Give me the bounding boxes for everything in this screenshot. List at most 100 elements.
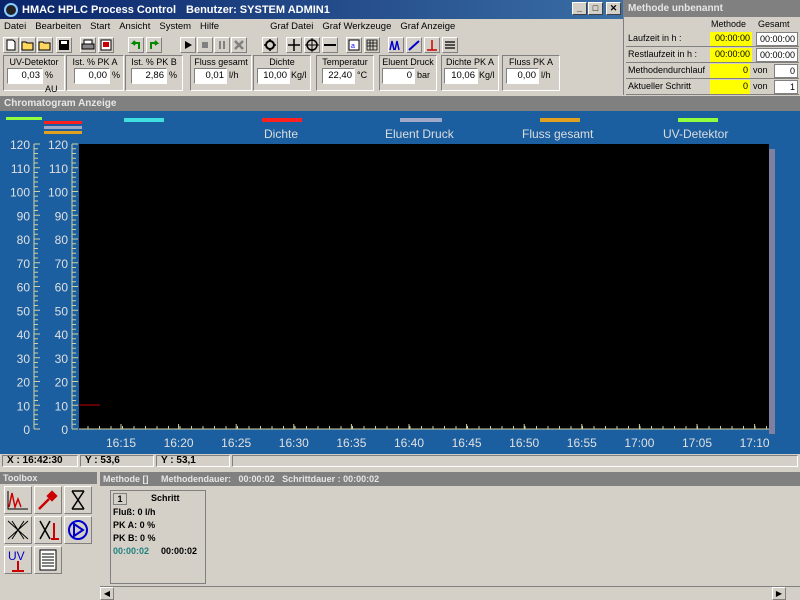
peak-marker-icon[interactable]	[424, 37, 440, 53]
menu-ansicht[interactable]: Ansicht	[119, 19, 150, 35]
schritt-label: Aktueller Schritt	[628, 81, 692, 91]
new-file-icon[interactable]	[3, 37, 19, 53]
cancel-icon[interactable]	[231, 37, 247, 53]
grid-icon[interactable]	[364, 37, 380, 53]
method-panel: Methode unbenannt Methode Gesamt Laufzei…	[623, 0, 800, 95]
pause-icon[interactable]	[214, 37, 230, 53]
field-dichte: Dichte 10,00 Kg/l	[253, 55, 311, 91]
field-fluss-gesamt: Fluss gesamt 0,01 l/h	[190, 55, 252, 91]
field-value: 10,06	[444, 68, 478, 84]
methodendauer-label: Methodendauer:	[161, 474, 232, 484]
open-file-icon[interactable]	[37, 37, 53, 53]
schritt-von: von	[753, 81, 768, 91]
close-icon[interactable]: ✕	[606, 2, 621, 15]
x-tick-label: 16:15	[106, 436, 136, 450]
redo-icon[interactable]	[146, 37, 162, 53]
menu-graf-datei[interactable]: Graf Datei	[270, 19, 313, 35]
y-tick-label-1: 90	[17, 209, 31, 223]
durchlauf-von: von	[753, 65, 768, 75]
series-swatch-uv	[6, 117, 42, 120]
pump-icon[interactable]	[64, 516, 92, 544]
field-value: 22,40	[322, 68, 355, 84]
play-icon[interactable]	[180, 37, 196, 53]
stop-icon[interactable]	[197, 37, 213, 53]
y-tick-label-2: 0	[61, 423, 68, 437]
schritt-total: 1	[774, 80, 798, 94]
field-value: 10,00	[257, 68, 290, 84]
series-swatch-fluss	[44, 131, 82, 134]
y-tick-label-1: 70	[17, 257, 31, 271]
undo-icon[interactable]	[128, 37, 144, 53]
print-icon[interactable]	[80, 37, 96, 53]
crosshair-icon[interactable]	[286, 37, 302, 53]
list-icon[interactable]	[442, 37, 458, 53]
field-unit: %	[169, 70, 178, 80]
menu-graf-anzeige[interactable]: Graf Anzeige	[400, 19, 455, 35]
valve-detector-icon[interactable]	[34, 516, 62, 544]
menu-hilfe[interactable]: Hilfe	[200, 19, 219, 35]
scale-icon[interactable]: a	[346, 37, 362, 53]
open-folder-icon[interactable]	[20, 37, 36, 53]
hline-icon[interactable]	[322, 37, 338, 53]
maximize-icon[interactable]: □	[588, 2, 603, 15]
horizontal-scrollbar[interactable]: ◀ ▶	[100, 586, 800, 600]
scroll-left-icon[interactable]: ◀	[100, 587, 114, 600]
menu-graf-werkzeuge[interactable]: Graf Werkzeuge	[322, 19, 391, 35]
durchlauf-value: 0	[710, 64, 750, 78]
print-preview-icon[interactable]	[98, 37, 114, 53]
svg-text:a: a	[351, 43, 355, 50]
settings-tool-icon[interactable]	[262, 37, 278, 53]
valve-icon[interactable]	[64, 486, 92, 514]
y-axes: 120 120110 110100 10090 9080 8070 7060 6050 5040…	[10, 138, 78, 437]
menu-datei[interactable]: Datei	[4, 19, 26, 35]
series-swatch-dichte	[44, 121, 82, 124]
scroll-right-icon[interactable]: ▶	[772, 587, 786, 600]
minimize-icon[interactable]: _	[572, 2, 587, 15]
injector-icon[interactable]	[34, 486, 62, 514]
slope-icon[interactable]	[406, 37, 422, 53]
field-unit: % AU	[45, 70, 58, 94]
menu-bar: Datei Bearbeiten Start Ansicht System Hi…	[0, 19, 623, 35]
menu-system[interactable]: System	[159, 19, 191, 35]
row-schritt: Aktueller Schritt 0 von 1	[626, 79, 799, 95]
field-eluent-druck: Eluent Druck 0 bar	[379, 55, 437, 91]
chromatogram-svg[interactable]: 120 120110 110100 10090 9080 8070 7060 6050 5040…	[0, 111, 800, 454]
field-label: UV-Detektor	[9, 57, 59, 67]
y-tick-label-2: 120	[48, 138, 68, 152]
status-y1: Y : 53,6	[80, 455, 154, 467]
legend-dichte: Dichte	[264, 127, 299, 141]
method-name: Methode []	[103, 474, 149, 484]
plot-area[interactable]	[79, 144, 769, 429]
toolbox-title: Toolbox	[0, 472, 97, 484]
uv-detector-icon[interactable]: UV	[4, 546, 32, 574]
y-tick-label-2: 50	[55, 304, 69, 318]
field-label: Ist. % PK A	[72, 57, 118, 67]
step-time2: 00:00:02	[161, 546, 198, 556]
laufzeit-methode: 00:00:00	[710, 32, 752, 46]
y-tick-label-1: 110	[11, 162, 30, 176]
schrittdauer-label: Schrittdauer : 00:00:02	[282, 474, 380, 484]
peaks-icon[interactable]	[388, 37, 404, 53]
y-tick-label-1: 120	[10, 138, 30, 152]
field-unit: Kg/l	[479, 70, 495, 80]
chart-tool-icon[interactable]	[4, 486, 32, 514]
field-unit: °C	[357, 70, 368, 80]
series-swatch-cyan	[124, 118, 164, 122]
target-icon[interactable]	[304, 37, 320, 53]
row-laufzeit: Laufzeit in h : 00:00:00 00:00:00	[626, 31, 799, 47]
menu-start[interactable]: Start	[90, 19, 110, 35]
toolbox: Toolbox UV	[0, 472, 97, 600]
legend-bar-fluss	[540, 118, 580, 122]
menu-bearbeiten[interactable]: Bearbeiten	[35, 19, 81, 35]
field-label: Ist. % PK B	[131, 57, 177, 67]
field-label: Fluss PK A	[508, 57, 553, 67]
laufzeit-label: Laufzeit in h :	[628, 33, 682, 43]
mixer-icon[interactable]	[4, 516, 32, 544]
document-icon[interactable]	[34, 546, 62, 574]
x-tick-label: 16:40	[394, 436, 424, 450]
y-tick-label-1: 30	[17, 352, 31, 366]
save-icon[interactable]	[56, 37, 72, 53]
step-pkb: PK B: 0 %	[113, 533, 156, 543]
step-card[interactable]: 1 Schritt Fluß: 0 l/h PK A: 0 % PK B: 0 …	[110, 490, 206, 584]
col-gesamt: Gesamt	[758, 19, 790, 29]
